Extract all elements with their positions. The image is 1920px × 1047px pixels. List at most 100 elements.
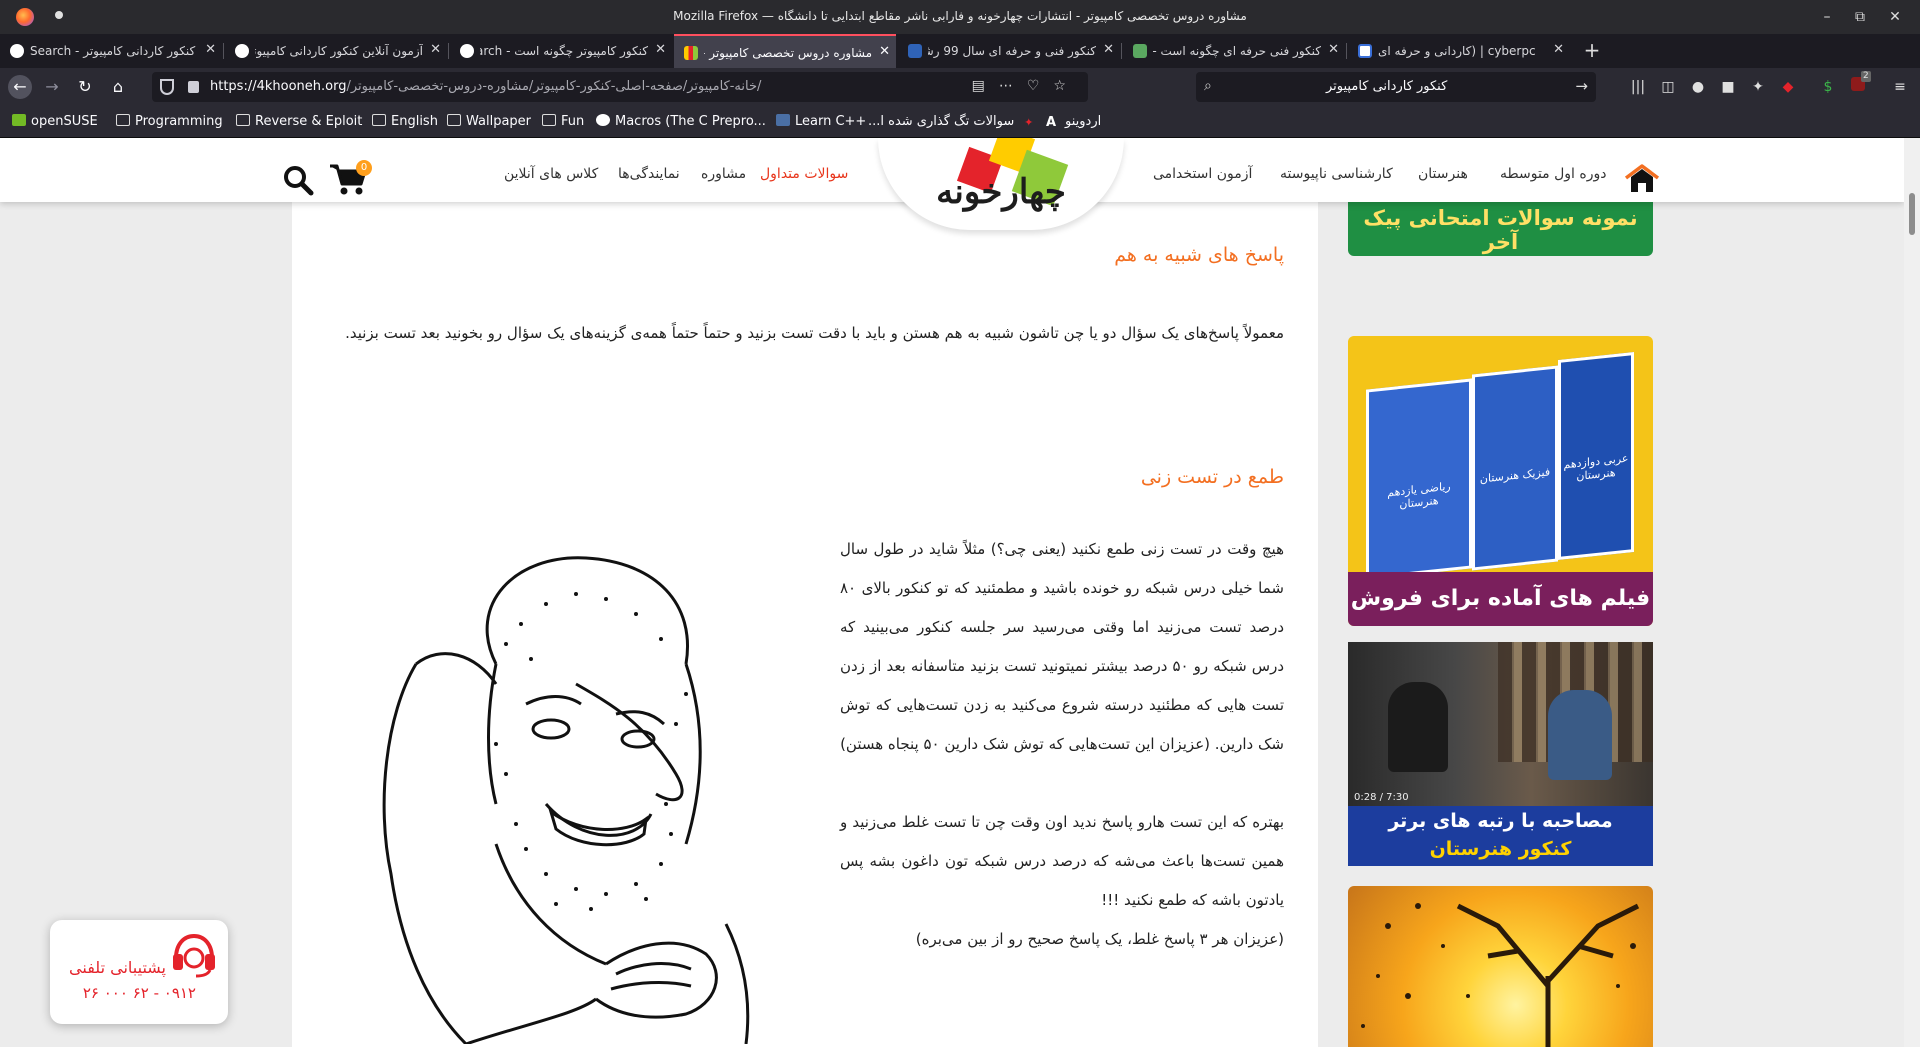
ad-caption-box: مصاحبه با رتبه های برتر کنکور هنرستان <box>1348 806 1653 866</box>
close-tab-icon[interactable]: ✕ <box>1553 42 1564 57</box>
web-page: پاسخ های شبیه به هم معمولاً پاسخ‌های یک … <box>0 138 1904 1047</box>
tab[interactable]: کنکور کاردانی کامپیوتر - Search ✕ <box>0 34 222 68</box>
close-tab-icon[interactable]: ✕ <box>205 42 216 57</box>
tab-active[interactable]: مشاوره دروس تخصصی کامپیوتر - ا ✕ <box>674 34 896 68</box>
window-titlebar: مشاوره دروس تخصصی کامپیوتر - انتشارات چه… <box>0 0 1920 34</box>
section-title: پاسخ های شبیه به هم <box>1114 244 1284 266</box>
nav-link[interactable]: کلاس های آنلاین <box>504 166 598 182</box>
scrollbar-thumb[interactable] <box>1909 193 1915 235</box>
site-icon <box>596 114 610 126</box>
google-icon <box>460 44 474 58</box>
ad-caption: کنکور هنرستان <box>1429 838 1572 860</box>
search-bar[interactable]: ⌕ کنکور کاردانی کامپیوتر → <box>1196 72 1596 102</box>
close-tab-icon[interactable]: ✕ <box>1103 42 1114 57</box>
tab[interactable]: cyberpc | (کاردانی و حرفه ای ✕ <box>1348 34 1570 68</box>
sidebar-icon[interactable]: ◫ <box>1658 77 1678 97</box>
nav-link-active[interactable]: سوالات متداول <box>760 166 848 182</box>
opensuse-icon <box>12 114 26 126</box>
close-window-button[interactable]: ✕ <box>1884 6 1906 28</box>
ad-caption: نمونه سوالات امتحانی پیک آخر <box>1363 206 1638 254</box>
tab-label: آزمون آنلاین کنکور کاردانی کامپیوتر <box>255 44 423 58</box>
google-icon <box>10 44 24 58</box>
window-title: مشاوره دروس تخصصی کامپیوتر - انتشارات چه… <box>673 9 1247 23</box>
site-search-icon[interactable] <box>282 164 314 196</box>
bookmark-item[interactable]: ✦سوالات تگ گذاری شده ا... <box>868 114 1038 129</box>
cpp-icon <box>776 114 790 126</box>
section-paragraph: هیچ وقت در تست زنی طمع نکنید (یعنی چی؟) … <box>840 540 1285 753</box>
forward-button[interactable]: → <box>40 75 64 99</box>
nav-link[interactable]: هنرستان <box>1418 166 1468 182</box>
google-icon <box>235 44 249 58</box>
ublock-count: 2 <box>1861 71 1871 82</box>
home-button[interactable]: ⌂ <box>106 75 130 99</box>
urlbar-actions[interactable]: ▤⋯♡☆ <box>972 78 1080 94</box>
extension-icon[interactable]: $ <box>1818 77 1838 97</box>
section-paragraph: معمولاً پاسخ‌های یک سؤال دو یا چن تاشون … <box>345 324 1284 342</box>
search-input[interactable]: کنکور کاردانی کامپیوتر <box>1326 79 1556 94</box>
url-bar[interactable]: https://4khooneh.org/خانه-کامپیوتر/صفحه-… <box>152 72 1088 102</box>
phone-support-widget[interactable]: پشتیبانی تلفنی ۰۹۱۲ - ۶۲ ۰۰۰ ۲۶ <box>50 920 228 1024</box>
bookmark-folder[interactable]: Wallpaper <box>447 114 531 129</box>
restore-button[interactable]: ⧉ <box>1849 6 1871 28</box>
tab[interactable]: کنکور فنی حرفه ای چگونه است - م ✕ <box>1123 34 1345 68</box>
folder-icon <box>236 114 250 126</box>
bookmark-folder[interactable]: English <box>372 114 438 129</box>
meme-illustration <box>382 556 750 1044</box>
bookmark-item[interactable]: A اردوینو <box>1046 114 1101 130</box>
menu-icon[interactable]: ≡ <box>1890 77 1910 97</box>
folder-icon <box>116 114 130 126</box>
page-scrollbar[interactable] <box>1904 138 1920 1047</box>
url-text[interactable]: https://4khooneh.org/خانه-کامپیوتر/صفحه-… <box>210 79 761 94</box>
support-label: پشتیبانی تلفنی <box>69 958 166 977</box>
navigation-toolbar: ← → ↻ ⌂ https://4khooneh.org/خانه-کامپیو… <box>0 68 1920 106</box>
extension-icon[interactable]: ■ <box>1718 77 1738 97</box>
bookmark-item[interactable]: openSUSE <box>12 114 98 129</box>
nav-link[interactable]: دوره اول متوسطه <box>1500 166 1607 182</box>
wings-icon: ✦ <box>1024 116 1034 129</box>
tab-label: کنکور فنی حرفه ای چگونه است - م <box>1153 44 1321 58</box>
extension-icon[interactable]: ✦ <box>1748 77 1768 97</box>
nav-link[interactable]: مشاوره <box>701 166 746 182</box>
folder-icon <box>372 114 386 126</box>
reload-button[interactable]: ↻ <box>73 75 97 99</box>
book-cover: عربی دوازدهم هنرستان <box>1558 352 1634 560</box>
close-tab-icon[interactable]: ✕ <box>879 44 890 59</box>
tab[interactable]: کنکور فنی و حرفه ای سال 99 رشته ✕ <box>898 34 1120 68</box>
home-icon[interactable] <box>1624 164 1660 194</box>
nav-link[interactable]: نمایندگی‌ها <box>618 166 680 182</box>
tree-illustration <box>1361 903 1640 1047</box>
section-title: طمع در تست زنی <box>1140 466 1284 488</box>
bookmark-item[interactable]: Learn C++ <box>776 114 866 129</box>
close-tab-icon[interactable]: ✕ <box>430 42 441 57</box>
lock-icon[interactable] <box>188 81 199 93</box>
account-icon[interactable]: ● <box>1688 77 1708 97</box>
search-go-icon[interactable]: → <box>1575 77 1588 95</box>
tab[interactable]: کنکور کامپیوتر چگونه است - Search ✕ <box>450 34 672 68</box>
close-tab-icon[interactable]: ✕ <box>655 42 666 57</box>
ad-video[interactable]: 0:28 / 7:30 مصاحبه با رتبه های برتر کنکو… <box>1348 642 1653 866</box>
bookmark-folder[interactable]: Reverse & Eploit <box>236 114 362 129</box>
shield-icon[interactable] <box>160 79 174 95</box>
folder-icon <box>447 114 461 126</box>
nav-link[interactable]: آزمون استخدامی <box>1153 166 1252 182</box>
tab-label: کنکور کاردانی کامپیوتر - Search <box>30 44 196 58</box>
cyberpc-icon <box>1358 44 1372 58</box>
close-tab-icon[interactable]: ✕ <box>1328 42 1339 57</box>
ad-banner[interactable] <box>1348 886 1653 1047</box>
new-tab-button[interactable]: + <box>1580 39 1604 63</box>
ad-banner[interactable]: عربی دوازدهم هنرستان فیزیک هنرستان ریاضی… <box>1348 336 1653 626</box>
logo-text: چهارخونه <box>936 172 1066 212</box>
nav-link[interactable]: کارشناسی ناپیوسته <box>1280 166 1393 182</box>
library-icon[interactable]: ||| <box>1628 77 1648 97</box>
bookmark-folder[interactable]: Fun <box>542 114 584 129</box>
back-button[interactable]: ← <box>8 75 32 99</box>
extension-icon[interactable]: ◆ <box>1778 77 1798 97</box>
bookmark-item[interactable]: Macros (The C Prepro... <box>596 114 766 129</box>
tab-strip: کنکور کاردانی کامپیوتر - Search ✕ آزمون … <box>0 34 1920 68</box>
book-cover: فیزیک هنرستان <box>1472 365 1558 571</box>
minimize-button[interactable]: – <box>1816 6 1838 28</box>
ublock-icon[interactable]: 2 <box>1848 71 1871 97</box>
section-paragraph: (عزیزان هر ۳ پاسخ غلط، یک پاسخ صحیح رو ا… <box>915 930 1284 948</box>
tab[interactable]: آزمون آنلاین کنکور کاردانی کامپیوتر ✕ <box>225 34 447 68</box>
bookmark-folder[interactable]: Programming <box>116 114 223 129</box>
